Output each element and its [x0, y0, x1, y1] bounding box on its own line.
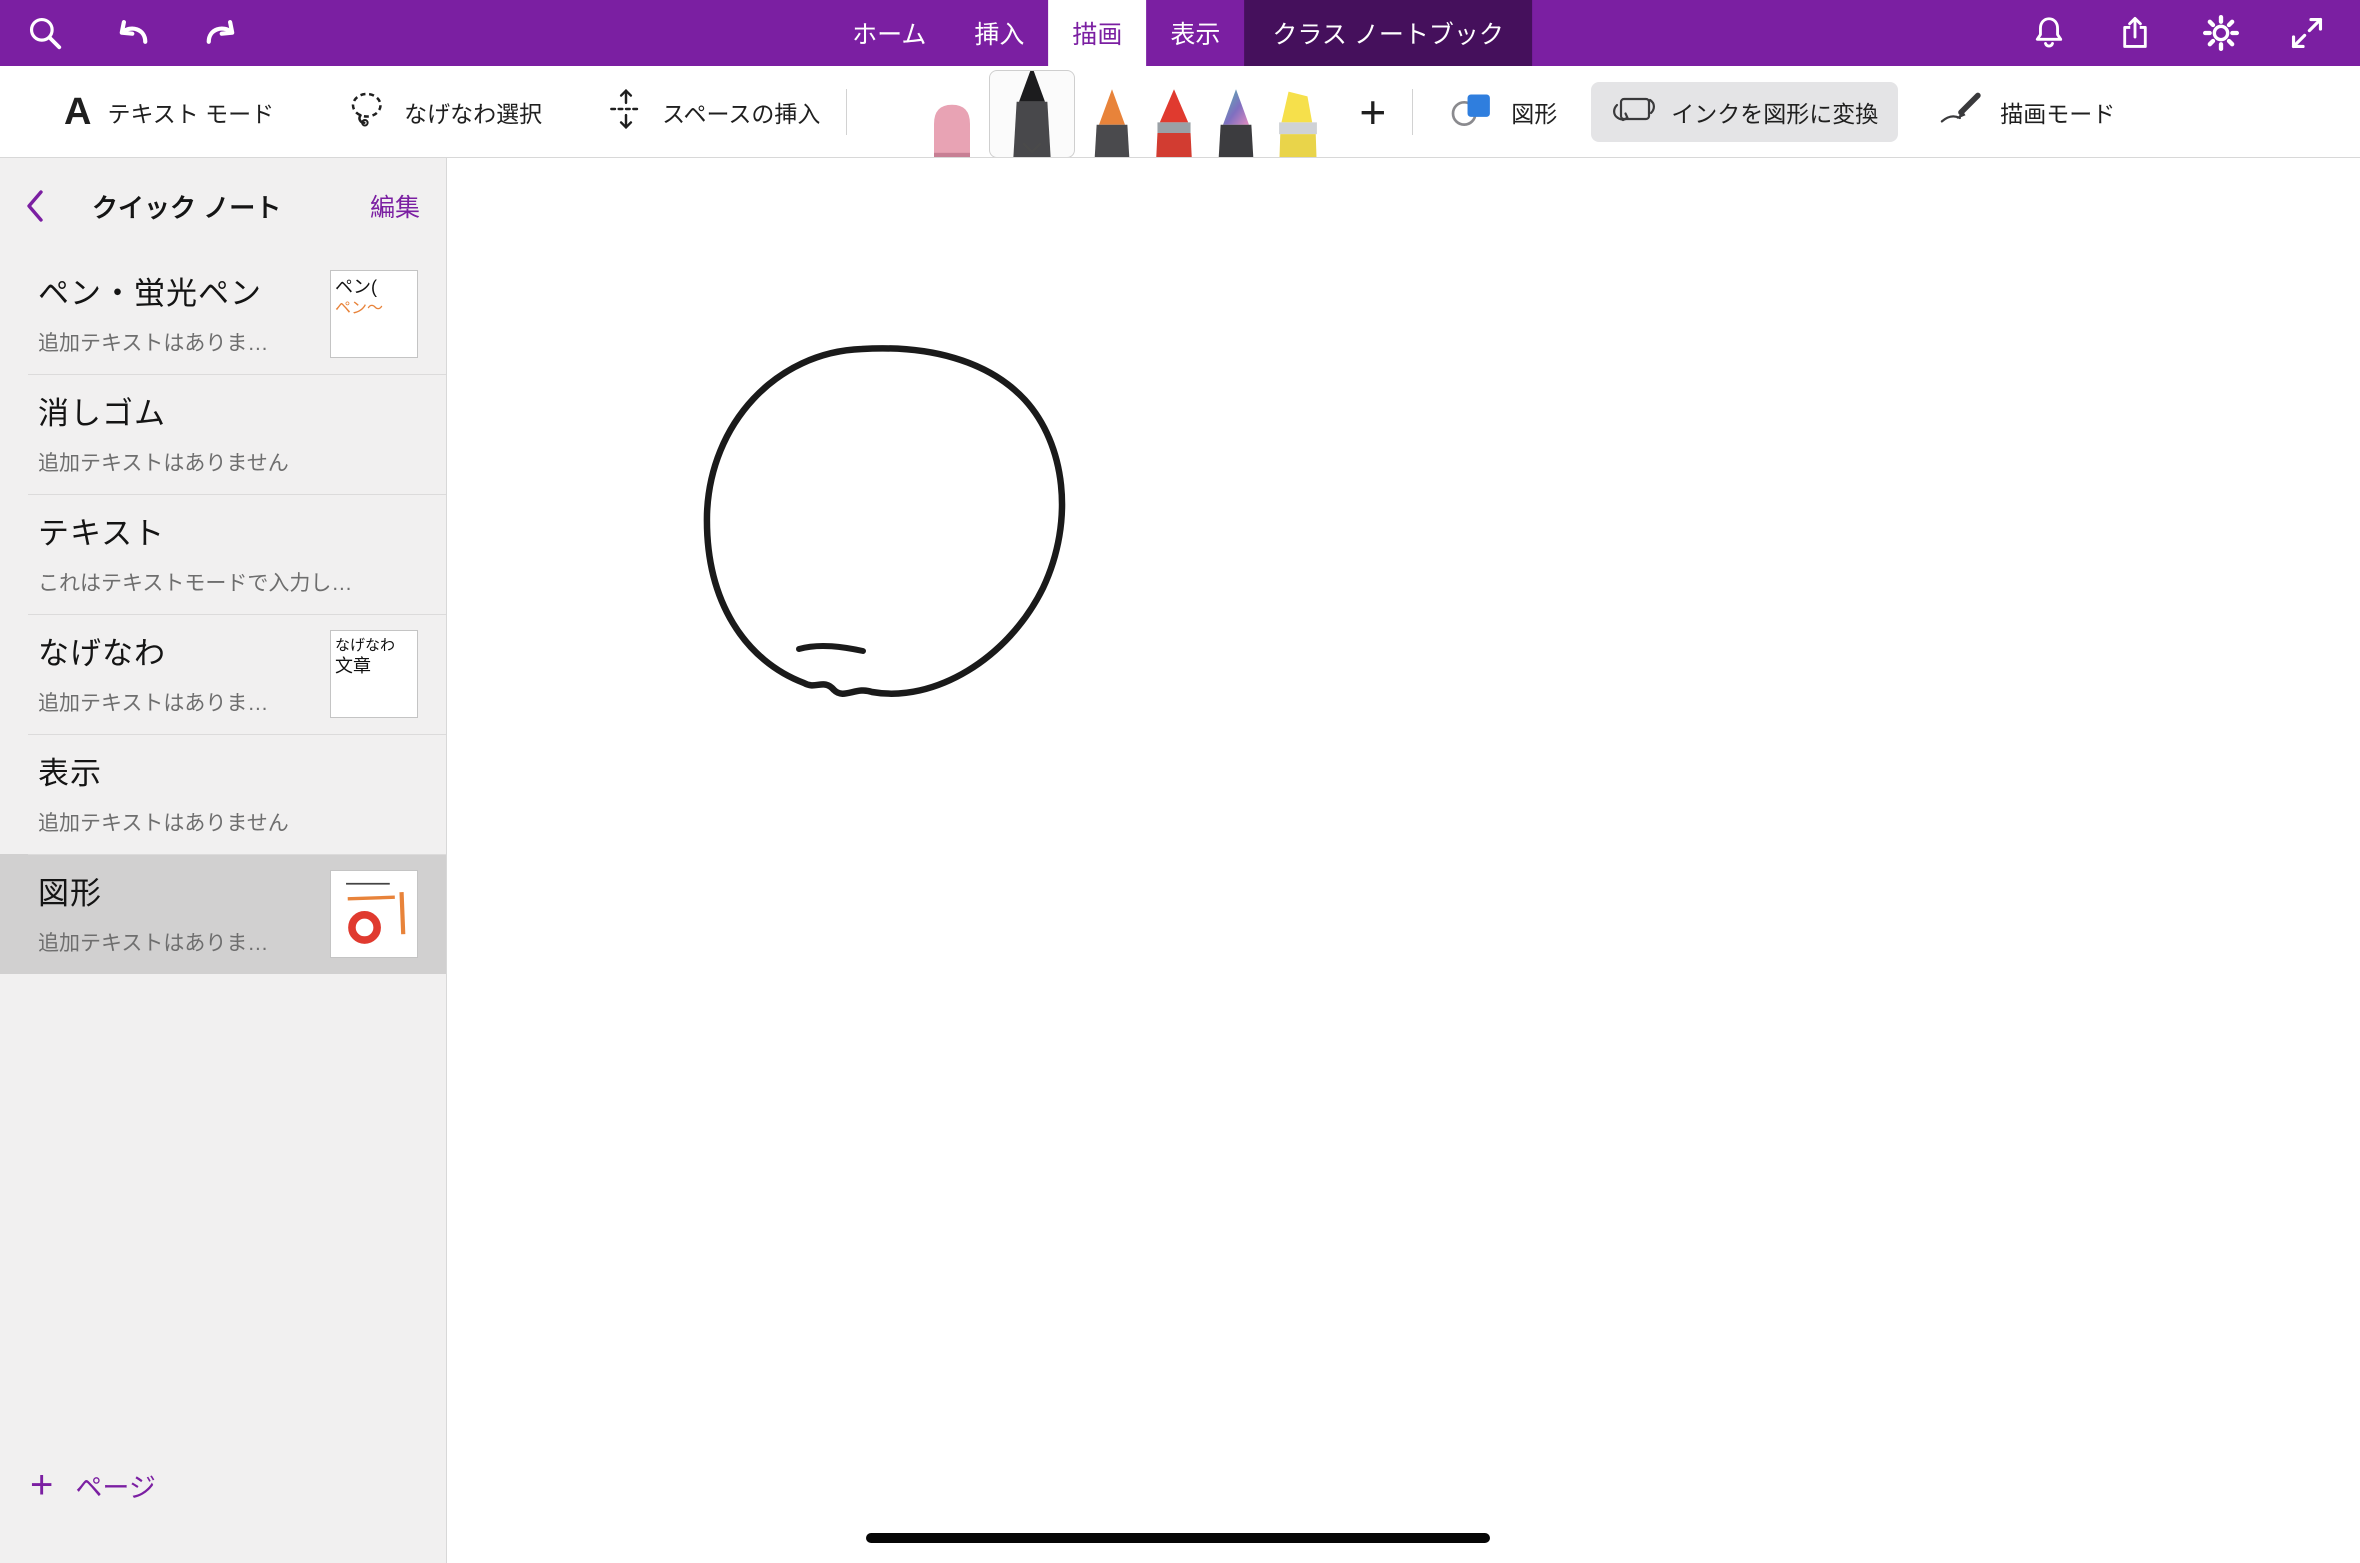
- draw-mode-pen-icon: [1938, 91, 1984, 132]
- draw-toolbar: A テキスト モード なげなわ選択 スペースの挿入: [0, 66, 2360, 158]
- notifications-bell-icon[interactable]: [2028, 12, 2070, 54]
- page-thumbnail: [330, 870, 418, 958]
- shapes-icon: [1449, 90, 1495, 133]
- thumb-ink-text: ペン(: [335, 277, 377, 299]
- convert-ink-to-shape-button[interactable]: インクを図形に変換: [1591, 82, 1898, 142]
- toolbar-divider: [846, 89, 847, 135]
- page-item-pen-highlighter[interactable]: ペン・蛍光ペン 追加テキストはありま… ペン( ペン〜: [0, 254, 446, 374]
- yellow-highlighter-tool[interactable]: [1267, 66, 1329, 158]
- undo-icon[interactable]: [112, 12, 154, 54]
- plus-icon: +: [30, 1465, 53, 1505]
- ribbon-tabs: ホーム 挿入 描画 表示 クラス ノートブック: [828, 0, 1532, 66]
- tab-home[interactable]: ホーム: [828, 0, 950, 66]
- text-mode-label: テキスト モード: [107, 95, 274, 129]
- page-title: 表示: [38, 748, 420, 793]
- thumb-ink-text: ペン〜: [335, 299, 383, 320]
- page-thumbnail: なげなわ 文章: [330, 630, 418, 718]
- insert-space-icon: [606, 87, 646, 136]
- top-bar-right-icons: [2028, 12, 2360, 54]
- convert-ink-label: インクを図形に変換: [1671, 95, 1878, 129]
- drawing-canvas[interactable]: [447, 158, 2360, 1563]
- thumb-ink-text: 文章: [335, 655, 371, 678]
- sidebar-header: クイック ノート 編集: [0, 158, 446, 254]
- eraser-tool[interactable]: [921, 66, 983, 158]
- page-item-view[interactable]: 表示 追加テキストはありません: [0, 734, 446, 854]
- text-mode-button[interactable]: A テキスト モード: [64, 93, 274, 131]
- page-item-lasso[interactable]: なげなわ 追加テキストはありま… なげなわ 文章: [0, 614, 446, 734]
- shapes-label: 図形: [1511, 95, 1557, 129]
- black-pen-tool-selected[interactable]: [989, 70, 1075, 158]
- page-subtitle: これはテキストモードで入力し…: [38, 567, 420, 597]
- insert-space-button[interactable]: スペースの挿入: [606, 87, 820, 136]
- top-bar: ホーム 挿入 描画 表示 クラス ノートブック: [0, 0, 2360, 66]
- draw-mode-button[interactable]: 描画モード: [1938, 91, 2115, 132]
- fullscreen-expand-icon[interactable]: [2286, 12, 2328, 54]
- pen-options-chevron-down-icon[interactable]: [1019, 141, 1045, 155]
- page-item-eraser[interactable]: 消しゴム 追加テキストはありません: [0, 374, 446, 494]
- search-icon[interactable]: [24, 12, 66, 54]
- settings-gear-icon[interactable]: [2200, 12, 2242, 54]
- insert-space-label: スペースの挿入: [662, 95, 820, 129]
- page-subtitle: 追加テキストはありません: [38, 447, 420, 477]
- lasso-label: なげなわ選択: [404, 95, 542, 129]
- page-title: テキスト: [38, 508, 420, 553]
- page-sidebar: クイック ノート 編集 ペン・蛍光ペン 追加テキストはありま… ペン( ペン〜 …: [0, 158, 447, 1563]
- share-icon[interactable]: [2114, 12, 2156, 54]
- lasso-icon: [348, 89, 388, 134]
- tab-class-notebook[interactable]: クラス ノートブック: [1244, 0, 1531, 66]
- galaxy-pen-tool[interactable]: [1205, 66, 1267, 158]
- edit-button[interactable]: 編集: [370, 188, 420, 224]
- page-item-shapes[interactable]: 図形 追加テキストはありま…: [0, 854, 446, 974]
- tab-insert[interactable]: 挿入: [950, 0, 1048, 66]
- shapes-button[interactable]: 図形: [1449, 90, 1557, 133]
- draw-mode-label: 描画モード: [2000, 95, 2115, 129]
- page-subtitle: 追加テキストはありません: [38, 807, 420, 837]
- thumb-ink-drawing: [335, 877, 418, 951]
- convert-ink-icon: [1611, 91, 1657, 132]
- onenote-app: ホーム 挿入 描画 表示 クラス ノートブック A テキスト モード: [0, 0, 2360, 1563]
- redo-icon[interactable]: [200, 12, 242, 54]
- lasso-select-button[interactable]: なげなわ選択: [348, 89, 542, 134]
- orange-pen-tool[interactable]: [1081, 66, 1143, 158]
- pen-tray: [921, 66, 1329, 158]
- tab-view[interactable]: 表示: [1146, 0, 1244, 66]
- red-marker-tool[interactable]: [1143, 66, 1205, 158]
- top-bar-left-icons: [0, 12, 242, 54]
- back-chevron-icon[interactable]: [22, 188, 58, 224]
- home-indicator-bar[interactable]: [866, 1533, 1490, 1543]
- page-thumbnail: ペン( ペン〜: [330, 270, 418, 358]
- add-pen-button[interactable]: +: [1359, 89, 1386, 135]
- add-page-button[interactable]: + ページ: [30, 1465, 156, 1505]
- toolbar-divider: [1412, 89, 1413, 135]
- notebook-title: クイック ノート: [92, 188, 281, 225]
- page-title: 消しゴム: [38, 388, 420, 433]
- text-mode-icon: A: [64, 93, 91, 131]
- add-page-label: ページ: [75, 1466, 155, 1505]
- thumb-ink-text: なげなわ: [335, 637, 395, 655]
- page-list: ペン・蛍光ペン 追加テキストはありま… ペン( ペン〜 消しゴム 追加テキストは…: [0, 254, 446, 974]
- tab-draw[interactable]: 描画: [1048, 0, 1146, 66]
- page-item-text[interactable]: テキスト これはテキストモードで入力し…: [0, 494, 446, 614]
